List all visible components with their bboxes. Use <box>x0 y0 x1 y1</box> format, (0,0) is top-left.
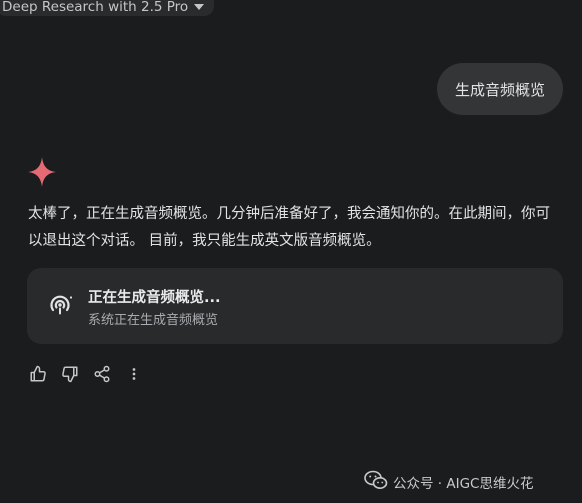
user-message-text: 生成音频概览 <box>454 80 545 99</box>
more-vert-icon <box>125 365 143 387</box>
audio-overview-card[interactable]: 正在生成音频概览... 系统正在生成音频概览 <box>27 268 563 344</box>
share-button[interactable] <box>90 364 114 388</box>
gemini-star-icon <box>28 157 56 187</box>
assistant-message: 太棒了，正在生成音频概览。几分钟后准备好了，我会通知你的。在此期间，你可以退出这… <box>28 206 550 249</box>
response-actions <box>26 364 146 388</box>
audio-card-title: 正在生成音频概览... <box>88 290 221 306</box>
watermark: 公众号 · AIGC思维火花 <box>364 470 533 494</box>
thumbs-down-icon <box>61 365 79 387</box>
model-selector-label: Deep Research with 2.5 Pro <box>2 0 189 15</box>
share-icon <box>93 365 111 387</box>
watermark-text: 公众号 · AIGC思维火花 <box>393 476 534 492</box>
model-selector[interactable]: Deep Research with 2.5 Pro <box>0 0 215 16</box>
user-message-bubble: 生成音频概览 <box>436 63 563 115</box>
podcast-icon <box>47 293 73 319</box>
thumbs-up-button[interactable] <box>26 364 50 388</box>
more-options-button[interactable] <box>122 364 146 388</box>
audio-card-subtitle: 系统正在生成音频概览 <box>88 313 219 328</box>
chevron-down-icon <box>194 0 205 10</box>
thumbs-down-button[interactable] <box>58 364 82 388</box>
chat-page: Deep Research with 2.5 Pro 生成音频概览 太棒了，正在… <box>0 0 582 503</box>
wechat-icon <box>364 470 388 494</box>
thumbs-up-icon <box>29 365 47 387</box>
